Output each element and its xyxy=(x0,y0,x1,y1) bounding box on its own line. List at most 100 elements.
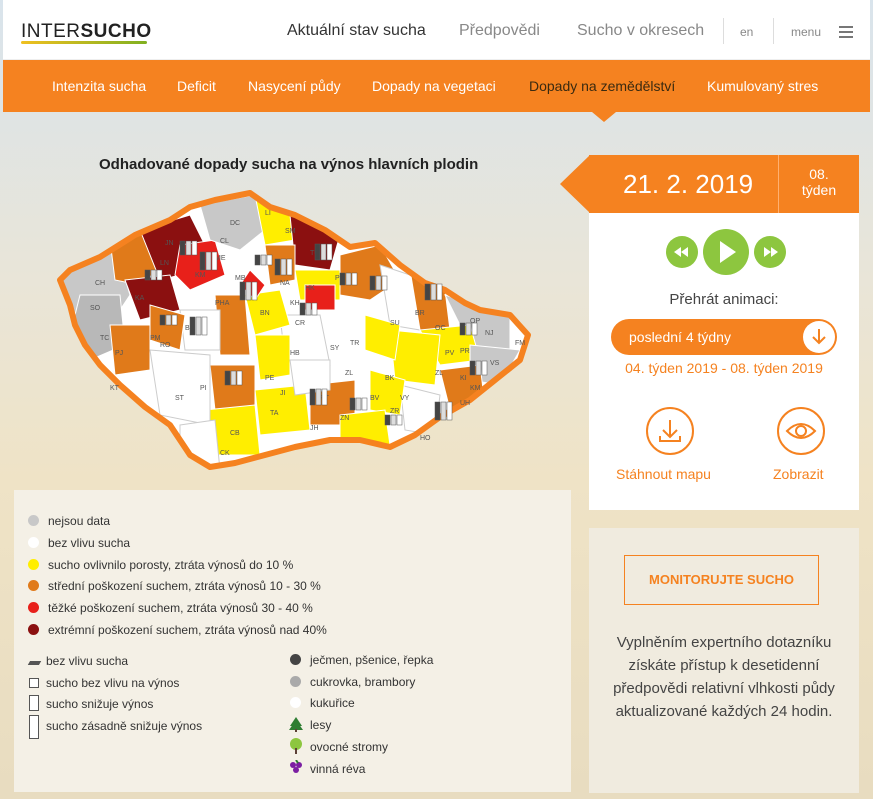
district-label: CL xyxy=(220,238,229,245)
crop-bar xyxy=(369,275,376,291)
download-map-button[interactable] xyxy=(646,407,694,455)
crop-bar xyxy=(299,302,306,316)
crop-bar xyxy=(471,322,478,336)
language-switch[interactable]: en xyxy=(740,25,753,39)
crop-bar xyxy=(201,316,208,336)
logo[interactable]: INTERSUCHO xyxy=(21,21,152,43)
fast-forward-button[interactable] xyxy=(754,236,786,268)
district-label: KH xyxy=(290,300,300,307)
crop-bar xyxy=(459,322,466,336)
crop-bar xyxy=(375,275,382,291)
nav-forecasts[interactable]: Předpovědi xyxy=(459,22,540,40)
district-label: SM xyxy=(285,228,296,235)
legend-item: kukuřice xyxy=(310,696,355,710)
district-label: KA xyxy=(135,295,145,302)
district-label: BR xyxy=(415,310,425,317)
district-label: MB xyxy=(235,275,246,282)
tab-drought-intensity[interactable]: Intenzita sucha xyxy=(52,78,146,94)
grapes-icon xyxy=(290,760,302,773)
menu-label[interactable]: menu xyxy=(791,25,821,39)
legend-swatch-medium xyxy=(28,580,39,591)
legend-item: sucho snižuje výnos xyxy=(46,697,154,711)
nav-districts[interactable]: Sucho v okresech xyxy=(577,22,704,40)
district-label: CB xyxy=(230,430,240,437)
hamburger-icon[interactable] xyxy=(839,26,853,38)
legend-item: sucho ovlivnilo porosty, ztráta výnosů d… xyxy=(48,558,294,572)
legend-item: těžké poškození suchem, ztráta výnosů 30… xyxy=(48,601,313,615)
crop-bar xyxy=(345,272,352,286)
crop-bar xyxy=(305,302,312,316)
crop-bar xyxy=(361,397,368,411)
tab-deficit[interactable]: Deficit xyxy=(177,78,216,94)
legend-crop-cereals xyxy=(290,654,301,665)
week-label: týden xyxy=(801,182,837,198)
crop-bar xyxy=(274,258,281,276)
legend-item: extrémní poškození suchem, ztráta výnosů… xyxy=(48,623,327,637)
crop-bar xyxy=(286,258,293,276)
date-pointer xyxy=(560,155,590,213)
crop-bar xyxy=(230,370,237,386)
week-number-value: 08. xyxy=(809,166,829,182)
crop-bar xyxy=(434,401,441,421)
district-label: KI xyxy=(460,375,467,382)
monitor-drought-button[interactable]: MONITORUJTE SUCHO xyxy=(624,555,819,605)
district-label: PV xyxy=(445,350,455,357)
fast-forward-icon xyxy=(764,247,778,257)
legend-swatch-none xyxy=(28,537,39,548)
crop-bar xyxy=(309,388,316,406)
play-button[interactable] xyxy=(703,229,749,275)
crop-bar xyxy=(199,251,206,271)
crop-bar xyxy=(436,283,443,301)
legend-swatch-nodata xyxy=(28,515,39,526)
district-label: JI xyxy=(280,390,286,397)
district-label: ST xyxy=(175,395,185,402)
district-label: KM xyxy=(470,385,481,392)
selected-period: poslední 4 týdny xyxy=(629,329,731,345)
legend-swatch-extreme xyxy=(28,624,39,635)
crop-bar xyxy=(251,281,258,301)
district-label: TC xyxy=(100,335,109,342)
crop-bar xyxy=(171,314,178,326)
crop-bar xyxy=(351,272,358,286)
district-label: ZR xyxy=(390,408,399,415)
animation-period-select[interactable]: poslední 4 týdny xyxy=(611,319,837,355)
district-label: CK xyxy=(220,450,230,457)
crop-bar xyxy=(236,370,243,386)
crop-bar xyxy=(211,251,218,271)
tab-soil-saturation[interactable]: Nasycení půdy xyxy=(248,78,341,94)
district-label: UH xyxy=(460,400,470,407)
district-label: VY xyxy=(400,395,410,402)
crop-bar xyxy=(185,240,192,256)
legend-item: bez vlivu sucha xyxy=(48,536,131,550)
rewind-button[interactable] xyxy=(666,236,698,268)
download-map-label[interactable]: Stáhnout mapu xyxy=(616,466,711,482)
legend-item: vinná réva xyxy=(310,762,366,776)
district-label: SY xyxy=(330,345,340,352)
nav-current-drought[interactable]: Aktuální stav sucha xyxy=(287,22,426,40)
tab-vegetation-impact[interactable]: Dopady na vegetaci xyxy=(372,78,496,94)
district-label: KM xyxy=(195,272,206,279)
crop-bar xyxy=(195,316,202,336)
animation-range: 04. týden 2019 - 08. týden 2019 xyxy=(625,360,823,376)
crop-bar xyxy=(315,388,322,406)
crop-bar xyxy=(355,397,362,411)
drought-impact-map[interactable]: LIDCSMCLJNTUMBNAKMLNMEHKCHSOPHAKHPUSUOPB… xyxy=(40,185,540,475)
district-label: NJ xyxy=(485,330,494,337)
view-label[interactable]: Zobrazit xyxy=(773,466,824,482)
tab-cumulative-stress[interactable]: Kumulovaný stres xyxy=(707,78,818,94)
week-number: 08. týden xyxy=(779,166,859,198)
view-button[interactable] xyxy=(777,407,825,455)
play-icon xyxy=(720,241,736,263)
district-label: LN xyxy=(160,260,169,267)
crop-bar xyxy=(349,397,356,411)
eye-icon xyxy=(785,423,817,439)
tab-agriculture-impact[interactable]: Dopady na zemědělství xyxy=(529,78,675,94)
district-label: RO xyxy=(160,342,171,349)
district-label: SU xyxy=(390,320,400,327)
legend-bar-flat xyxy=(27,661,42,665)
crop-bar xyxy=(339,272,346,286)
dropdown-button[interactable] xyxy=(803,321,835,353)
crop-bar xyxy=(475,360,482,376)
legend-item: sucho bez vlivu na výnos xyxy=(46,676,180,690)
legend-bar-small xyxy=(29,678,39,688)
